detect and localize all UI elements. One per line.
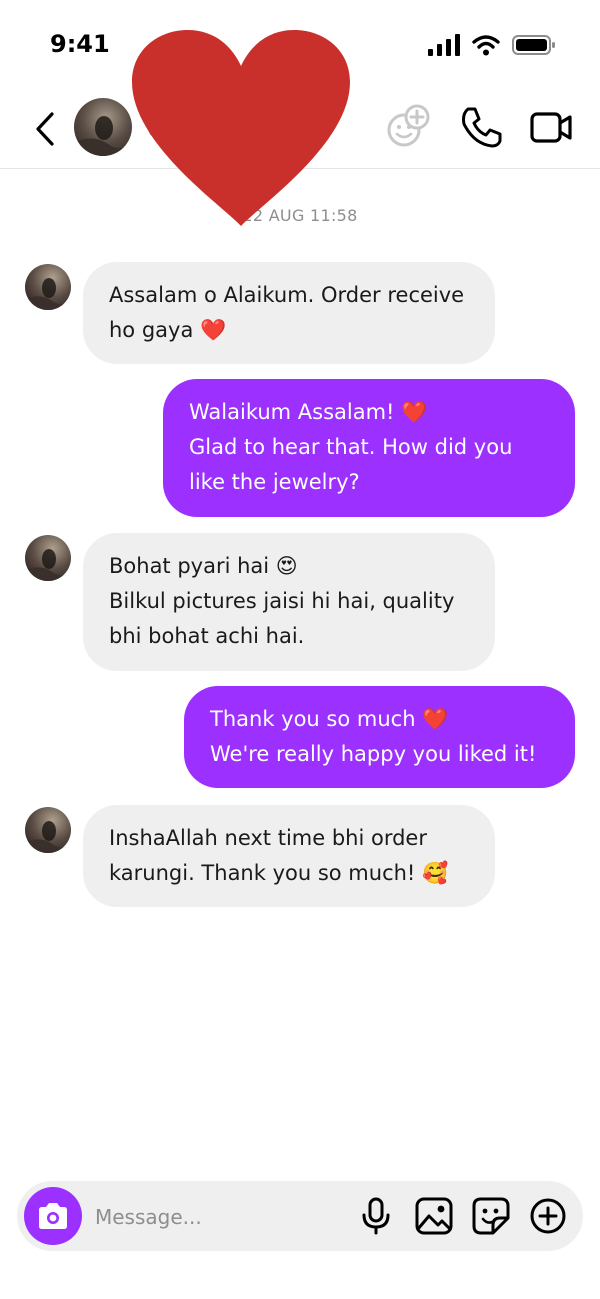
battery-icon	[512, 35, 555, 55]
chat-screen: 9:41 22 AUG 11:58 Assalam o Alaikum. Ord…	[0, 0, 600, 1299]
status-icons	[428, 34, 556, 56]
avatar-image	[25, 807, 71, 853]
camera-button[interactable]	[24, 1187, 82, 1245]
message-bubble-incoming[interactable]: Assalam o Alaikum. Order receive ho gaya…	[83, 262, 495, 364]
add-circle-icon[interactable]	[528, 1196, 568, 1236]
phone-icon[interactable]	[458, 104, 504, 150]
status-time: 9:41	[50, 30, 110, 58]
avatar[interactable]	[25, 807, 71, 853]
sticker-icon[interactable]	[471, 1196, 511, 1236]
camera-icon	[39, 1203, 67, 1229]
avatar-image	[25, 264, 71, 310]
message-bubble-incoming[interactable]: InshaAllah next time bhi order karungi. …	[83, 805, 495, 907]
gallery-icon[interactable]	[414, 1196, 454, 1236]
avatar[interactable]	[25, 535, 71, 581]
wifi-icon	[472, 35, 500, 56]
message-bubble-outgoing[interactable]: Walaikum Assalam! ❤️ Glad to hear that. …	[163, 379, 575, 517]
avatar[interactable]	[74, 98, 132, 156]
avatar[interactable]	[25, 264, 71, 310]
microphone-icon[interactable]	[356, 1196, 396, 1236]
red-heart-icon	[132, 30, 350, 226]
back-arrow-icon[interactable]	[30, 110, 60, 148]
message-input[interactable]	[93, 1197, 347, 1237]
video-camera-icon[interactable]	[528, 104, 574, 150]
add-friend-icon[interactable]	[385, 104, 431, 150]
signal-icon	[428, 34, 460, 56]
message-composer	[17, 1181, 583, 1251]
message-bubble-outgoing[interactable]: Thank you so much ❤️ We're really happy …	[184, 686, 575, 788]
message-bubble-incoming[interactable]: Bohat pyari hai 😍 Bilkul pictures jaisi …	[83, 533, 495, 671]
avatar-image	[74, 98, 132, 156]
avatar-image	[25, 535, 71, 581]
